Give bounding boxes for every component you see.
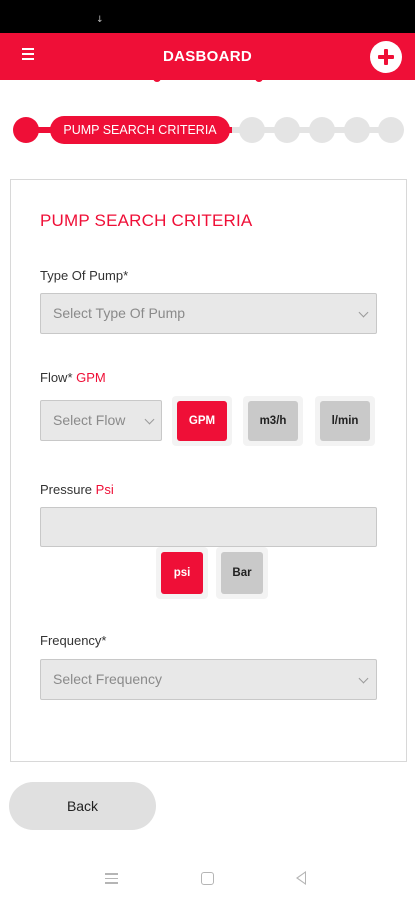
step-5-dot[interactable]: [309, 117, 335, 143]
step-6-dot[interactable]: [344, 117, 370, 143]
form-title: PUMP SEARCH CRITERIA: [40, 211, 253, 230]
pressure-unit-psi-label: psi: [161, 552, 203, 594]
frequency-select[interactable]: Select Frequency: [40, 659, 377, 700]
back-triangle-icon[interactable]: [296, 871, 306, 885]
flow-unit-m3h-button[interactable]: m3/h: [243, 396, 303, 446]
pressure-unit-label: Psi: [95, 482, 114, 497]
step-3-dot[interactable]: [239, 117, 265, 143]
pressure-unit-bar-label: Bar: [221, 552, 263, 594]
home-icon[interactable]: [201, 872, 214, 885]
step-4-dot[interactable]: [274, 117, 300, 143]
download-arrow-icon: ↓: [96, 15, 104, 25]
flow-unit-lmin-label: l/min: [320, 401, 370, 441]
flow-label-text: Flow*: [40, 370, 73, 385]
page-title: DASBOARD: [162, 48, 253, 65]
pressure-input[interactable]: [40, 507, 377, 547]
frequency-label: Frequency*: [40, 633, 107, 648]
pump-type-placeholder: Select Type Of Pump: [53, 305, 186, 321]
pressure-unit-bar-button[interactable]: Bar: [216, 547, 268, 599]
flow-placeholder: Select Flow: [53, 412, 126, 428]
flow-unit-lmin-button[interactable]: l/min: [315, 396, 375, 446]
app-bar-notch: [153, 76, 263, 82]
flow-unit-gpm-label: GPM: [177, 401, 227, 441]
chevron-down-icon: [144, 414, 155, 425]
recents-icon[interactable]: [105, 873, 119, 885]
status-bar: ↓: [0, 0, 415, 33]
pump-type-select[interactable]: Select Type Of Pump: [40, 293, 377, 334]
pressure-label: Pressure Psi: [40, 482, 114, 497]
flow-unit-label: GPM: [76, 370, 106, 385]
flow-unit-m3h-label: m3/h: [248, 401, 298, 441]
flow-select[interactable]: Select Flow: [40, 400, 162, 441]
pump-type-label: Type Of Pump*: [40, 268, 129, 283]
add-button[interactable]: [370, 41, 402, 73]
flow-unit-gpm-button[interactable]: GPM: [172, 396, 232, 446]
frequency-placeholder: Select Frequency: [53, 671, 162, 687]
chevron-down-icon: [358, 307, 369, 318]
step-current-pill[interactable]: PUMP SEARCH CRITERIA: [50, 116, 230, 144]
back-button[interactable]: Back: [9, 782, 156, 830]
step-7-dot[interactable]: [378, 117, 404, 143]
pressure-unit-psi-button[interactable]: psi: [156, 547, 208, 599]
pressure-label-text: Pressure: [40, 482, 93, 497]
flow-label: Flow* GPM: [40, 370, 106, 385]
step-1-dot[interactable]: [13, 117, 39, 143]
chevron-down-icon: [358, 673, 369, 684]
